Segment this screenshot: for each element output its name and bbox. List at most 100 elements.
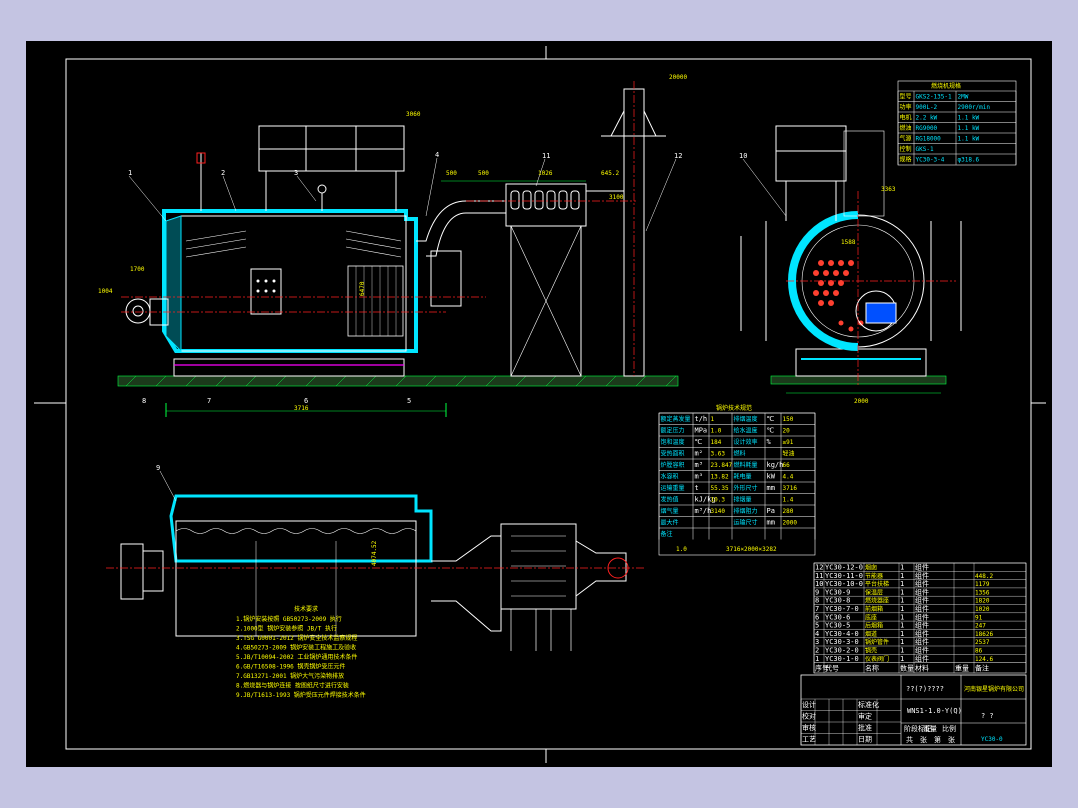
parts-list-cell: 18626 <box>975 631 993 638</box>
boiler-insulation <box>162 209 418 353</box>
tech-table-cell: 备注 <box>661 530 673 538</box>
parts-list-cell: 8 <box>815 597 819 605</box>
rear-smoke-box <box>430 250 462 307</box>
burner-table-cell: RG9000 <box>916 125 938 132</box>
balloon-4: 4 <box>435 151 439 159</box>
side-base <box>795 348 927 377</box>
tech-table-cell: 水容积 <box>661 473 679 481</box>
tech-note-line: 2.1000型 锅炉安装参照 JB/T 执行 <box>236 625 337 633</box>
part-balloons: 1 2 3 4 5 6 7 8 9 10 11 12 <box>128 151 787 502</box>
technical-requirements: 技术要求 1.锅炉安装按照 GB50273-2009 执行 2.1000型 锅炉安… <box>236 605 366 699</box>
dim-top-height: 3060 <box>406 111 421 118</box>
tech-note-line: 3.TSG G0001-2012 锅炉安全技术监察规程 <box>236 634 357 642</box>
burner-table-cell: 型号 <box>900 93 912 101</box>
parts-list-cell: 1820 <box>975 598 990 605</box>
parts-list-cell: 448.2 <box>975 573 993 580</box>
parts-list-cell: 1 <box>900 580 904 588</box>
tech-table-cell: 150 <box>783 416 794 423</box>
tech-table-cell: 受热面积 <box>661 450 685 458</box>
parts-list-cell: 组件 <box>915 637 929 646</box>
dim-diameter: 6470 <box>359 281 366 296</box>
parts-list-cell: 6 <box>815 613 819 621</box>
parts-list-cell: 4 <box>815 630 819 638</box>
burner-table-cell: 2.2 kW <box>916 115 938 122</box>
plan-view <box>106 494 646 651</box>
parts-list-cell: 1 <box>900 597 904 605</box>
burner-table-cell: 2900r/min <box>958 104 991 111</box>
tech-table-cell: 额定蒸发量 <box>661 415 691 423</box>
parts-list-cell: YC30-8 <box>825 597 850 605</box>
balloon-7: 7 <box>207 397 211 405</box>
dim-side-height: 3363 <box>881 186 896 193</box>
tech-table-cell: 饱和温度 <box>661 438 685 446</box>
tech-table-cell: 炉膛容积 <box>661 461 685 469</box>
tech-table-cell: 1.0 <box>711 428 722 435</box>
dim-burner-height: 1700 <box>130 266 145 273</box>
parts-list-cell: 后烟箱 <box>865 622 883 630</box>
fire-tube-array <box>813 260 864 332</box>
parts-list-cell: 烟道 <box>865 630 877 638</box>
parts-list-cell: 86 <box>975 648 983 655</box>
burner-table-title: 燃烧机规格 <box>931 82 961 90</box>
title-block-cell: 校对 <box>802 712 816 721</box>
parts-list-cell: 1 <box>900 588 904 596</box>
tech-table-cell: m² <box>695 450 703 458</box>
parts-list-cell: 7 <box>815 605 819 613</box>
tech-note-line: 8.燃烧器与锅炉连接 按图纸尺寸进行安装 <box>236 682 349 690</box>
title-block-sheet-cell: 张 <box>948 735 955 744</box>
tech-notes-title: 技术要求 <box>294 605 318 613</box>
tech-table-cell: 10.3 <box>711 497 726 504</box>
tech-table-cell: 3716 <box>783 485 798 492</box>
balloon-10: 10 <box>739 152 747 160</box>
parts-list-cell: 底座 <box>865 613 877 621</box>
parts-list-cell: 前烟箱 <box>865 605 883 613</box>
parts-list-cell: 3 <box>815 638 819 646</box>
parts-list-header: 数量 <box>900 664 914 673</box>
parts-list-header: 代号 <box>825 664 839 673</box>
parts-list-cell: YC30-9 <box>825 588 850 596</box>
tech-note-line: 1.锅炉安装按照 GB50273-2009 执行 <box>236 615 342 623</box>
parts-list-cell: YC30-7-0 <box>825 605 859 613</box>
tech-table-cell: mm <box>767 484 775 492</box>
title-block-sheet-cell: 共 <box>906 735 913 744</box>
tech-table-cell: Pa <box>767 507 775 515</box>
tech-table-cell: ℃ <box>767 427 775 435</box>
tech-table-cell: 额定压力 <box>661 427 685 435</box>
parts-list-cell: YC30-4-0 <box>825 630 859 638</box>
balloon-11: 11 <box>542 152 550 160</box>
side-platform <box>775 125 847 182</box>
tech-table-cell: mm <box>767 519 775 527</box>
tech-table-cell: 外形尺寸 <box>734 484 758 492</box>
burner-table-cell: YC30-3-4 <box>916 157 945 164</box>
burner-table-cell: 电机 <box>900 114 912 122</box>
tech-note-line: 4.GB50273-2009 锅炉安装工程施工及验收 <box>236 644 356 652</box>
dim-500-a: 500 <box>446 170 457 177</box>
title-block-sheet-cell: 张 <box>920 735 927 744</box>
cad-drawing-sheet[interactable]: 1 2 3 4 5 6 7 8 9 10 11 12 3716 2000 200… <box>26 41 1052 767</box>
parts-list-cell: 组件 <box>915 563 929 572</box>
tech-table-cell: 烟气量 <box>661 507 679 515</box>
parts-list-cell: 2 <box>815 647 819 655</box>
parts-list-cell: 节能器 <box>865 572 883 580</box>
balloon-9: 9 <box>156 464 160 472</box>
balloon-8: 8 <box>142 397 146 405</box>
parts-list-cell: 247 <box>975 623 986 630</box>
parts-list-header: 重量 <box>955 665 969 673</box>
parts-list-cell: 烟囱 <box>865 564 877 572</box>
tech-table-cell: 3140 <box>711 508 726 515</box>
tech-table-cell: 3.63 <box>711 451 726 458</box>
parts-list-cell: 1 <box>900 630 904 638</box>
parts-list-cell: 组件 <box>915 571 929 580</box>
cad-canvas[interactable]: 1 2 3 4 5 6 7 8 9 10 11 12 3716 2000 200… <box>26 41 1052 767</box>
parts-list-cell: YC30-6 <box>825 613 850 621</box>
tech-table-cell: ℃ <box>695 438 703 446</box>
parts-list-cell: 1 <box>815 655 819 663</box>
parts-list-cell: 仪表阀门 <box>865 655 889 663</box>
tech-table-cell: 13.82 <box>711 474 729 481</box>
dim-overall-length: 3716 <box>294 405 309 412</box>
tech-table-cell: t/h <box>695 415 708 423</box>
tech-table-cell: ℃ <box>767 415 775 423</box>
parts-list-table: 12 YC30-12-0 烟囱 1 组件11 YC30-11-0 节能器 1 组件 448.210… <box>813 563 1027 674</box>
parts-list-cell: 保温层 <box>865 588 883 596</box>
tech-note-line: 6.GB/T16508-1996 锅壳锅炉受压元件 <box>236 663 345 671</box>
